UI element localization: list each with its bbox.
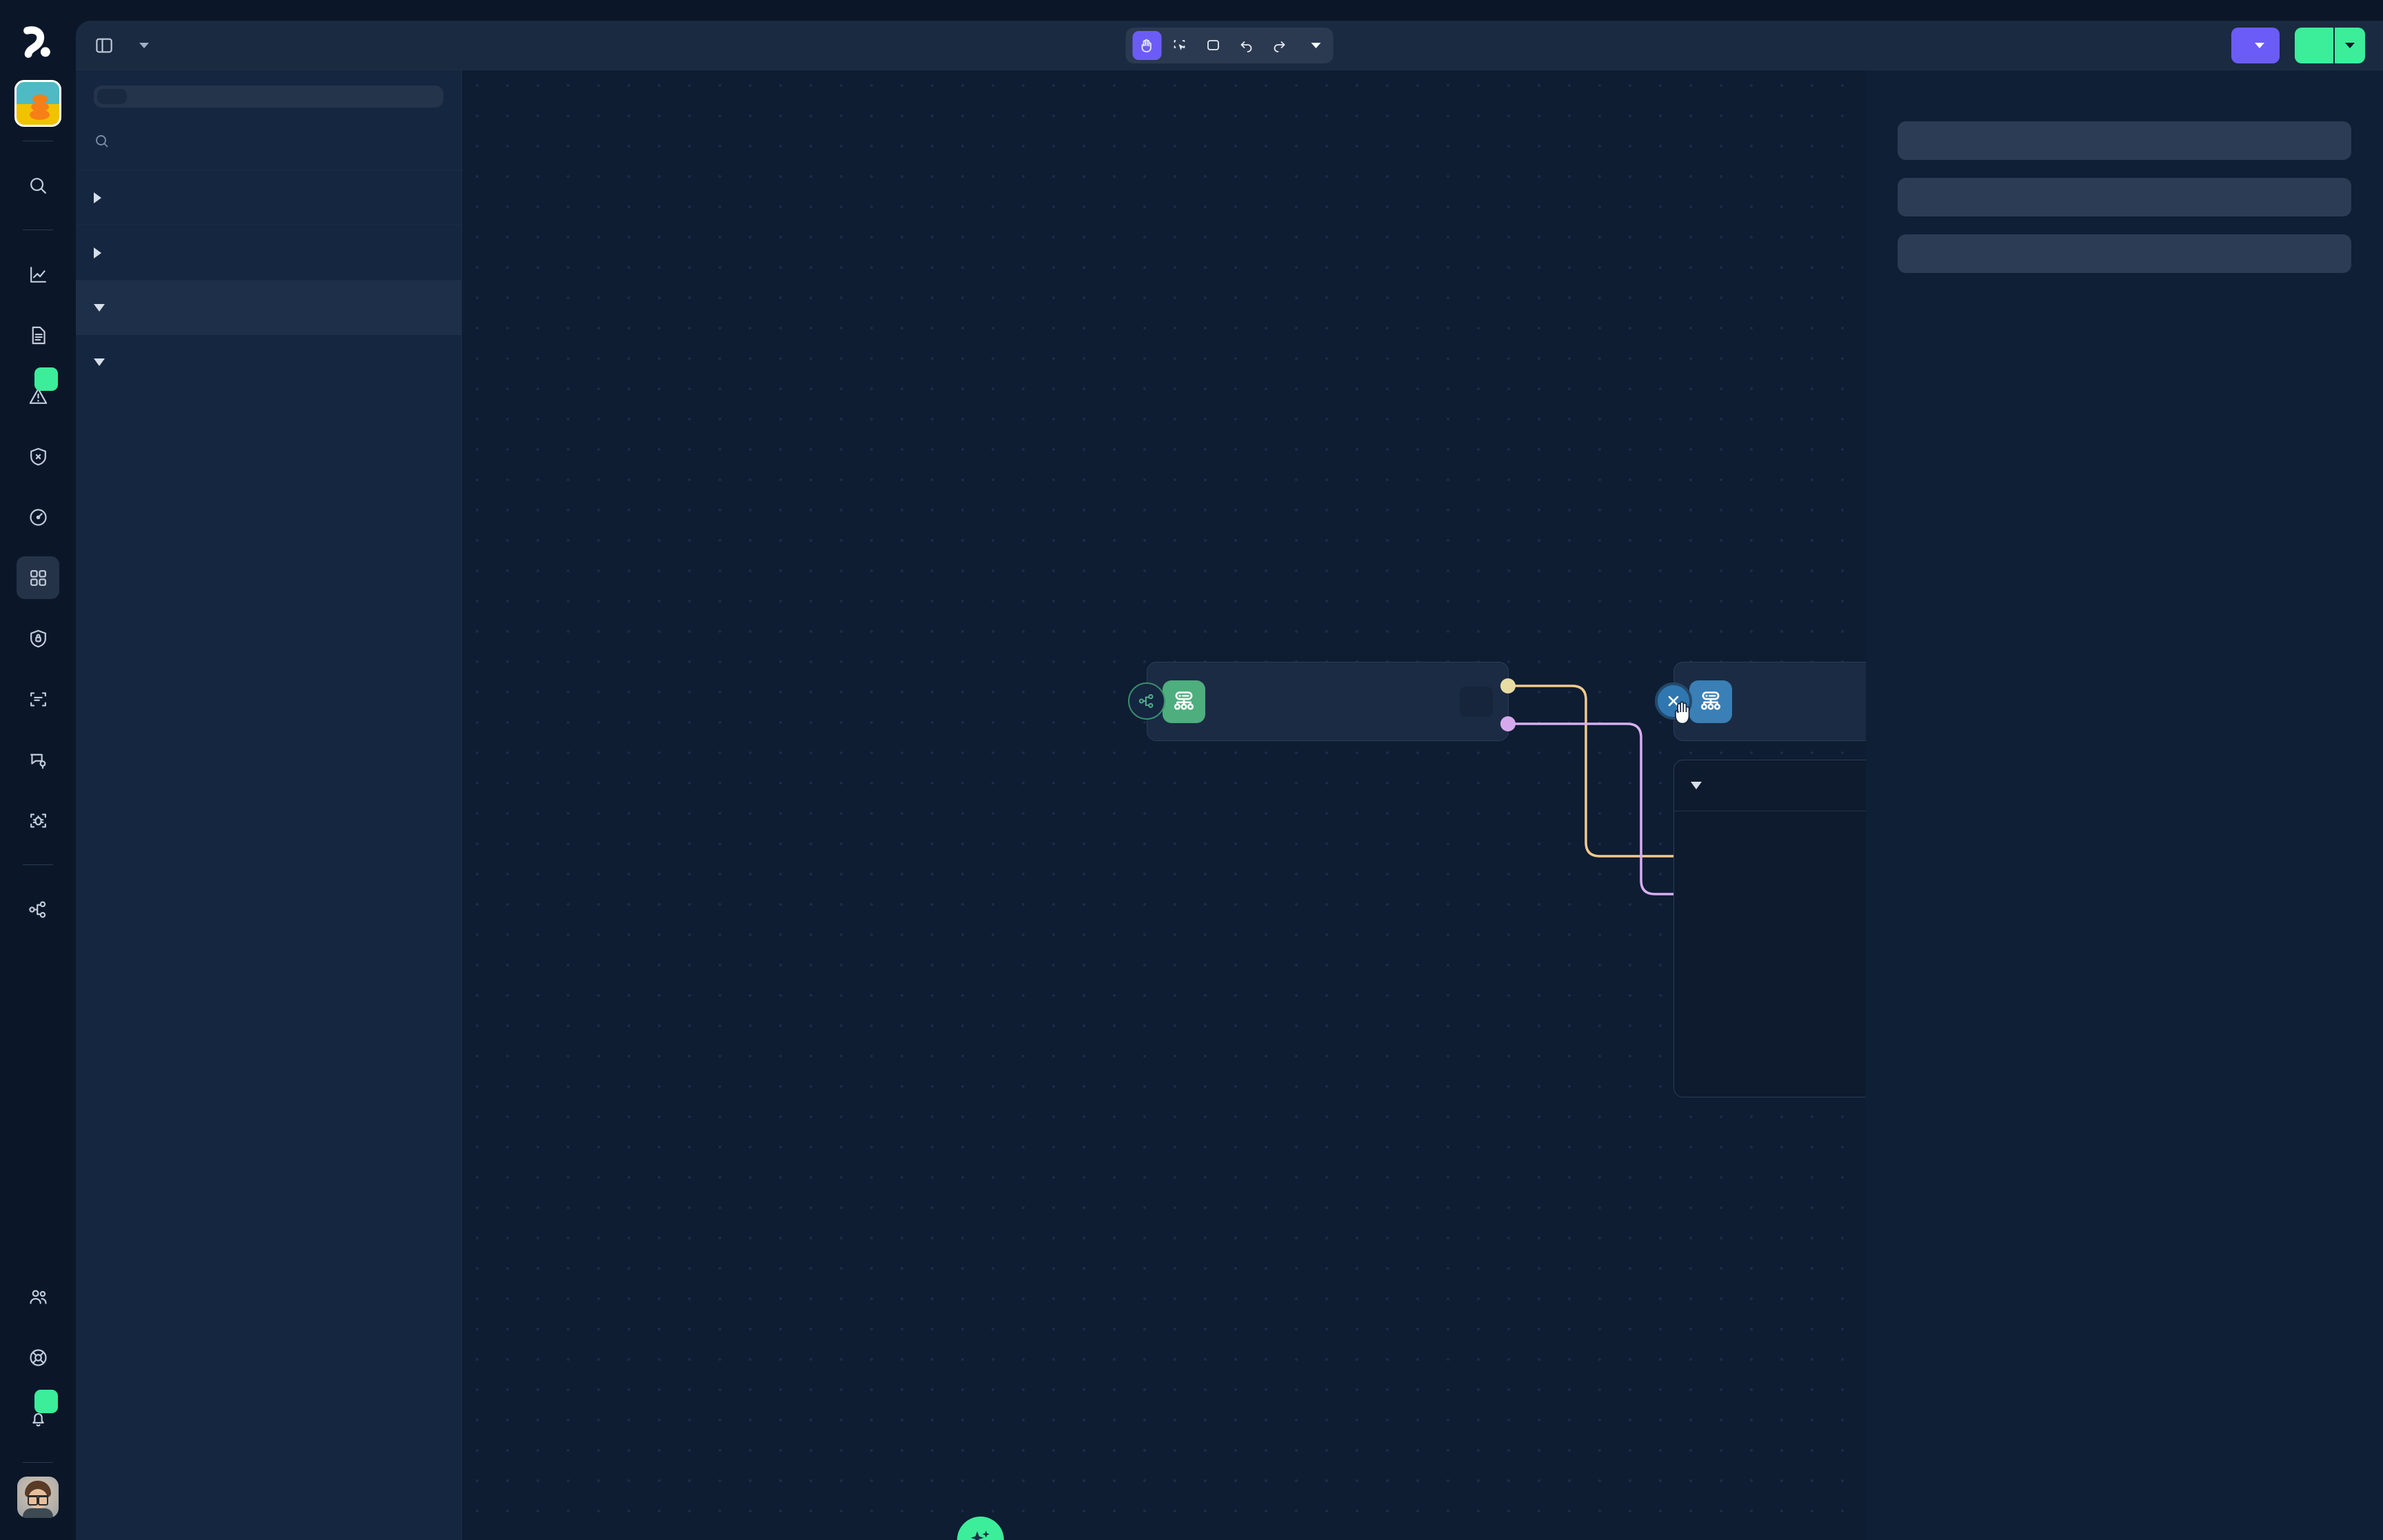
app-root xyxy=(0,0,2383,1540)
avatar[interactable] xyxy=(17,1477,59,1518)
top-header xyxy=(76,21,2383,70)
rail-divider xyxy=(23,1462,53,1463)
search-input[interactable] xyxy=(94,125,443,157)
grid-icon[interactable] xyxy=(17,556,59,599)
workflow-name-field[interactable] xyxy=(1898,121,2351,160)
chevron-down-icon xyxy=(94,304,105,312)
users-icon[interactable] xyxy=(17,1275,59,1318)
mouse-cursor-hand xyxy=(1675,701,1690,725)
workflow-details-panel xyxy=(1866,70,2383,1540)
bell-icon[interactable] xyxy=(17,1390,59,1439)
lifebuoy-icon[interactable] xyxy=(17,1336,59,1379)
ports-panel xyxy=(1673,760,1866,1097)
branch-icon[interactable] xyxy=(17,888,59,931)
workflow-tags-field xyxy=(1898,234,2351,273)
workflow-canvas[interactable] xyxy=(462,70,1866,1540)
section-scripts[interactable] xyxy=(76,170,461,225)
shield-x-icon[interactable] xyxy=(17,435,59,478)
gauge-icon[interactable] xyxy=(17,496,59,538)
tab-inputs[interactable] xyxy=(128,89,158,104)
node-recoon[interactable] xyxy=(1673,662,1866,741)
ports-header[interactable] xyxy=(1674,760,1866,811)
workflow-description-field[interactable] xyxy=(1898,178,2351,216)
alerts-icon[interactable] xyxy=(17,367,59,417)
undo-tool-button[interactable] xyxy=(1232,31,1261,60)
node-404checker-output-url[interactable] xyxy=(1500,678,1516,693)
chevron-down-icon xyxy=(2255,42,2264,48)
workspace-thumbnail[interactable] xyxy=(14,80,61,127)
node-404checker-menu-button[interactable] xyxy=(1460,686,1493,717)
redo-tool-button[interactable] xyxy=(1265,31,1294,60)
chevron-down-icon[interactable] xyxy=(139,42,149,48)
section-tools[interactable] xyxy=(76,280,461,335)
node-404checker-output-int[interactable] xyxy=(1500,716,1516,731)
icon-rail xyxy=(0,0,76,1540)
chevron-down-icon xyxy=(1311,42,1321,48)
shield-lock-icon[interactable] xyxy=(17,617,59,660)
marquee-select-tool-button[interactable] xyxy=(1166,31,1195,60)
alerts-badge xyxy=(34,367,58,391)
main-window xyxy=(76,21,2383,1540)
section-discovery[interactable] xyxy=(76,335,461,389)
workspace-body xyxy=(76,70,2383,1540)
version-history-button[interactable] xyxy=(2231,27,2280,63)
bell-badge xyxy=(34,1390,58,1413)
canvas-toolbar xyxy=(1125,27,1334,63)
tab-library[interactable] xyxy=(97,89,127,104)
ai-assistant-button[interactable] xyxy=(957,1517,1004,1540)
library-list xyxy=(76,170,461,1540)
app-logo xyxy=(23,26,50,58)
comment-tool-button[interactable] xyxy=(1199,31,1228,60)
sidebar-toggle-icon[interactable] xyxy=(94,35,114,56)
node-404checker-icon xyxy=(1163,680,1205,723)
search-icon[interactable] xyxy=(17,164,59,207)
analytics-icon[interactable] xyxy=(17,253,59,296)
edge-int xyxy=(1507,722,1686,895)
report-icon[interactable] xyxy=(17,314,59,356)
edges-layer xyxy=(1507,685,1686,895)
ports-list xyxy=(1674,811,1866,817)
chat-key-icon[interactable] xyxy=(17,738,59,781)
scan-text-icon[interactable] xyxy=(17,678,59,720)
chevron-right-icon xyxy=(94,247,101,259)
node-404checker-input-connector[interactable] xyxy=(1128,682,1165,720)
hand-tool-button[interactable] xyxy=(1132,30,1162,60)
tab-outputs[interactable] xyxy=(159,89,189,104)
zoom-level-selector[interactable] xyxy=(1298,42,1327,48)
execute-dropdown-button[interactable] xyxy=(2333,27,2365,63)
search-icon xyxy=(96,135,108,148)
chevron-right-icon xyxy=(94,192,101,203)
execute-button[interactable] xyxy=(2295,27,2333,63)
chevron-down-icon xyxy=(94,358,105,366)
bug-scan-icon[interactable] xyxy=(17,799,59,842)
rail-divider xyxy=(23,864,53,865)
chevron-down-icon xyxy=(1691,782,1702,789)
section-splitters[interactable] xyxy=(76,225,461,280)
library-panel xyxy=(76,70,462,1540)
chevron-down-icon xyxy=(2345,42,2355,48)
library-tabs xyxy=(94,85,443,108)
node-404checker[interactable] xyxy=(1147,662,1509,741)
